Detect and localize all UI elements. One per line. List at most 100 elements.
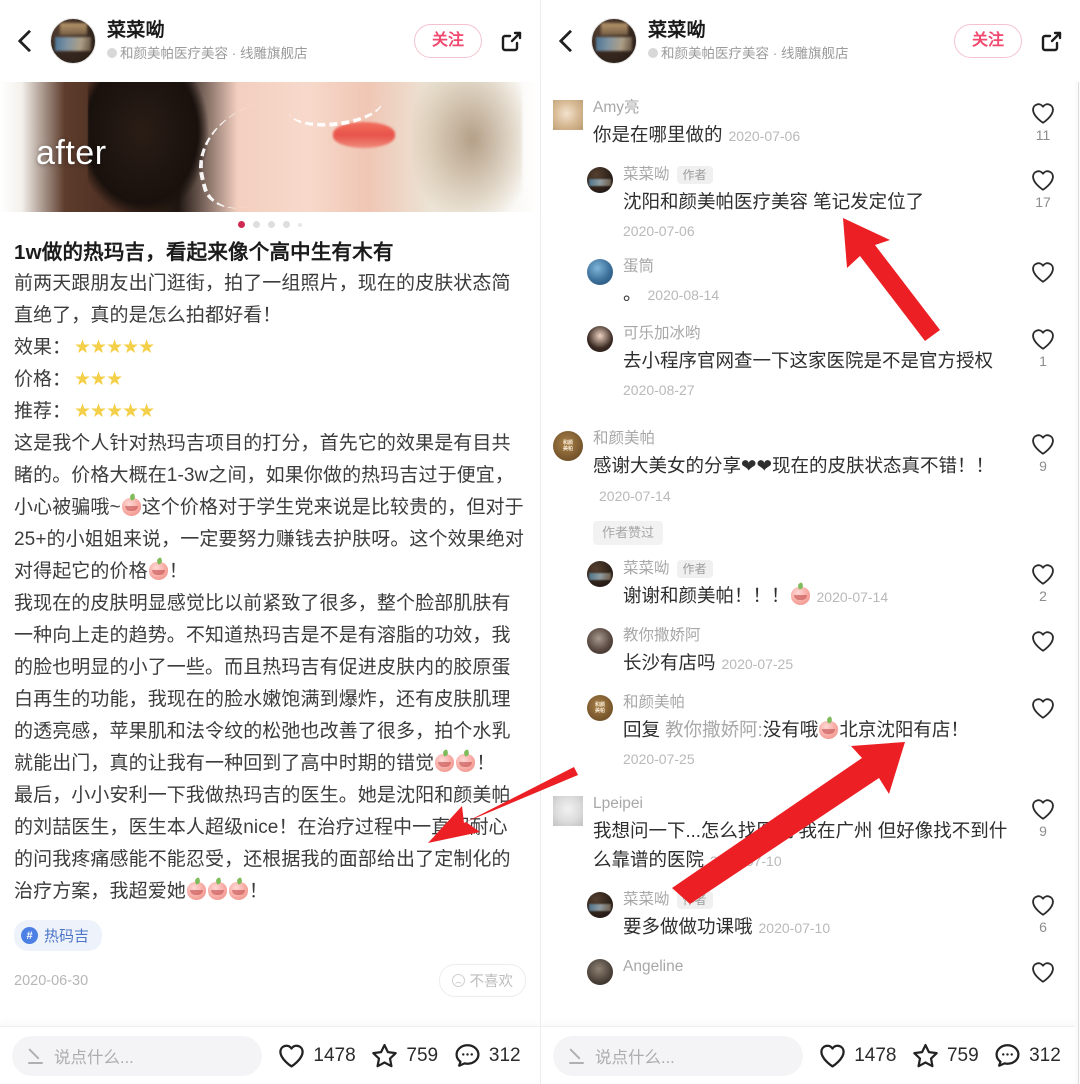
comment-username[interactable]: 蛋筒 (623, 256, 1008, 278)
comment-text: 我想问一下...怎么找医院 我在广州 但好像找不到什么靠谱的医院 2020-07-… (593, 816, 1008, 876)
comment-username[interactable]: Angeline (623, 956, 1008, 978)
avatar[interactable] (591, 18, 637, 64)
comment-like-button[interactable]: 9 (1020, 793, 1066, 876)
comment-like-button[interactable] (1020, 692, 1066, 771)
heart-icon (1032, 962, 1054, 983)
author-badge: 作者 (676, 891, 713, 909)
avatar[interactable]: 和颜 美帕 (553, 431, 583, 461)
avatar[interactable] (587, 959, 613, 985)
comment-username[interactable]: Amy亮 (593, 97, 1008, 119)
comment-like-button[interactable]: 11 (1020, 97, 1066, 151)
comment-like-button[interactable]: 1 (1020, 323, 1066, 402)
comment-item[interactable]: 菜菜呦 作者 谢谢和颜美帕！！！ 2020-07-14 2 (553, 545, 1066, 612)
comment-stat[interactable]: 312 (453, 1042, 521, 1069)
comment-text-main: 。 (623, 283, 642, 304)
share-external-icon[interactable] (496, 26, 526, 56)
comment-body: 和颜美帕 感谢大美女的分享❤❤现在的皮肤状态真不错！！ 2020-07-14 作者… (583, 428, 1020, 545)
chevron-left-icon[interactable] (553, 27, 581, 55)
avatar[interactable] (587, 167, 613, 193)
comment-item[interactable]: Lpeipei 我想问一下...怎么找医院 我在广州 但好像找不到什么靠谱的医院… (553, 771, 1066, 876)
avatar[interactable] (587, 628, 613, 654)
comment-username[interactable]: 和颜美帕 (593, 428, 1008, 450)
carousel-dot-2[interactable] (253, 221, 260, 228)
note-header-right: 菜菜呦 和颜美帕医疗美容 · 线雕旗舰店 关注 (541, 0, 1080, 82)
comment-username[interactable]: 菜菜呦 (623, 889, 670, 911)
comment-text: 你是在哪里做的 2020-07-06 (593, 120, 1008, 151)
comment-username[interactable]: Lpeipei (593, 793, 1008, 815)
comment-body: 菜菜呦 作者 谢谢和颜美帕！！！ 2020-07-14 (613, 558, 1020, 612)
avatar[interactable]: 和颜 美帕 (587, 695, 613, 721)
comment-input[interactable]: 说点什么... (553, 1035, 803, 1076)
comment-item[interactable]: Angeline (553, 943, 1066, 985)
comment-bubble-icon (455, 1044, 480, 1067)
comment-like-button[interactable]: 17 (1020, 164, 1066, 243)
collect-stat[interactable]: 759 (911, 1042, 979, 1069)
comment-item[interactable]: 可乐加冰哟 去小程序官网查一下这家医院是不是官方授权 2020-08-27 1 (553, 310, 1066, 402)
dislike-button[interactable]: 不喜欢 (438, 964, 526, 997)
comment-username[interactable]: 教你撒娇阿 (623, 625, 1008, 647)
reply-target-user[interactable]: 教你撒娇阿: (665, 719, 763, 740)
account-subtitle-row: 和颜美帕医疗美容 · 线雕旗舰店 (648, 44, 954, 63)
comment-username[interactable]: 菜菜呦 (623, 558, 670, 580)
comment-inline-date: 2020-08-14 (647, 287, 720, 303)
carousel-dots[interactable] (0, 212, 540, 234)
carousel-dot-5[interactable] (298, 222, 302, 227)
comment-item[interactable]: 和颜 美帕 和颜美帕 回复 教你撒娇阿:没有哦 北京沈阳有店！ 2020-07-25 (553, 679, 1066, 771)
comment-item[interactable]: 蛋筒 。 2020-08-14 (553, 243, 1066, 310)
comment-item[interactable]: 教你撒娇阿 长沙有店吗 2020-07-25 (553, 612, 1066, 679)
comment-username[interactable]: 可乐加冰哟 (623, 323, 1008, 345)
comment-input[interactable]: 说点什么... (12, 1035, 262, 1076)
comment-username[interactable]: 和颜美帕 (623, 692, 1008, 714)
like-stat[interactable]: 1478 (277, 1042, 356, 1069)
like-stat[interactable]: 1478 (818, 1042, 897, 1069)
comment-item[interactable]: Amy亮 你是在哪里做的 2020-07-06 11 (553, 84, 1066, 151)
avatar[interactable] (553, 100, 583, 130)
comment-item[interactable]: 菜菜呦 作者 沈阳和颜美帕医疗美容 笔记发定位了 2020-07-06 17 (553, 151, 1066, 243)
comment-text: 感谢大美女的分享❤❤现在的皮肤状态真不错！！ 2020-07-14 (593, 451, 1008, 511)
rating-stars-effect: ★★★★★ (74, 337, 155, 358)
avatar[interactable] (50, 18, 96, 64)
note-date: 2020-06-30 (14, 972, 89, 989)
avatar[interactable] (587, 326, 613, 352)
share-external-icon[interactable] (1036, 26, 1066, 56)
comment-item[interactable]: 和颜 美帕 和颜美帕 感谢大美女的分享❤❤现在的皮肤状态真不错！！ 2020-07-… (553, 402, 1066, 545)
comment-text-main: 你是在哪里做的 (593, 124, 723, 145)
avatar[interactable] (587, 561, 613, 587)
comment-inline-date: 2020-07-06 (728, 128, 801, 144)
comment-text: 要多做做功课哦 2020-07-10 (623, 912, 1008, 943)
note-photo[interactable]: after (0, 82, 540, 212)
comment-stat[interactable]: 312 (993, 1042, 1061, 1069)
photo-dashed-jawline-lower (186, 89, 336, 212)
comment-like-button[interactable]: 2 (1020, 558, 1066, 612)
carousel-dot-4[interactable] (283, 221, 290, 228)
collect-stat[interactable]: 759 (370, 1042, 438, 1069)
heart-icon (1032, 564, 1054, 585)
note-paragraph-2: 这是我个人针对热玛吉项目的打分，首先它的效果是有目共睹的。价格大概在1-3w之间… (14, 428, 526, 588)
comment-username[interactable]: 菜菜呦 (623, 164, 670, 186)
comment-like-button[interactable]: 9 (1020, 428, 1066, 545)
follow-button[interactable]: 关注 (953, 24, 1022, 58)
comment-like-button[interactable] (1020, 256, 1066, 310)
comment-like-button[interactable]: 6 (1020, 889, 1066, 943)
dislike-label: 不喜欢 (469, 974, 514, 990)
rating-stars-recommend: ★★★★★ (74, 401, 155, 422)
peach-emoji (228, 882, 248, 900)
comment-like-count: 11 (1035, 127, 1051, 143)
reply-prefix: 回复 (623, 719, 661, 740)
avatar[interactable] (587, 259, 613, 285)
hash-icon: # (21, 927, 38, 944)
comment-like-count: 1 (1039, 353, 1047, 369)
comment-like-button[interactable] (1020, 625, 1066, 679)
chevron-left-icon[interactable] (12, 27, 40, 55)
note-footer: 2020-06-30 不喜欢 (14, 964, 526, 997)
comment-like-button[interactable] (1020, 956, 1066, 985)
author-badge: 作者 (676, 166, 713, 184)
topic-tag[interactable]: # 热码吉 (14, 920, 103, 951)
avatar[interactable] (553, 796, 583, 826)
carousel-dot-3[interactable] (268, 221, 275, 228)
avatar[interactable] (587, 892, 613, 918)
note-header-left: 菜菜呦 和颜美帕医疗美容 · 线雕旗舰店 关注 (0, 0, 540, 82)
follow-button[interactable]: 关注 (413, 24, 482, 58)
comment-item[interactable]: 菜菜呦 作者 要多做做功课哦 2020-07-10 6 (553, 876, 1066, 943)
carousel-dot-1[interactable] (238, 221, 245, 228)
